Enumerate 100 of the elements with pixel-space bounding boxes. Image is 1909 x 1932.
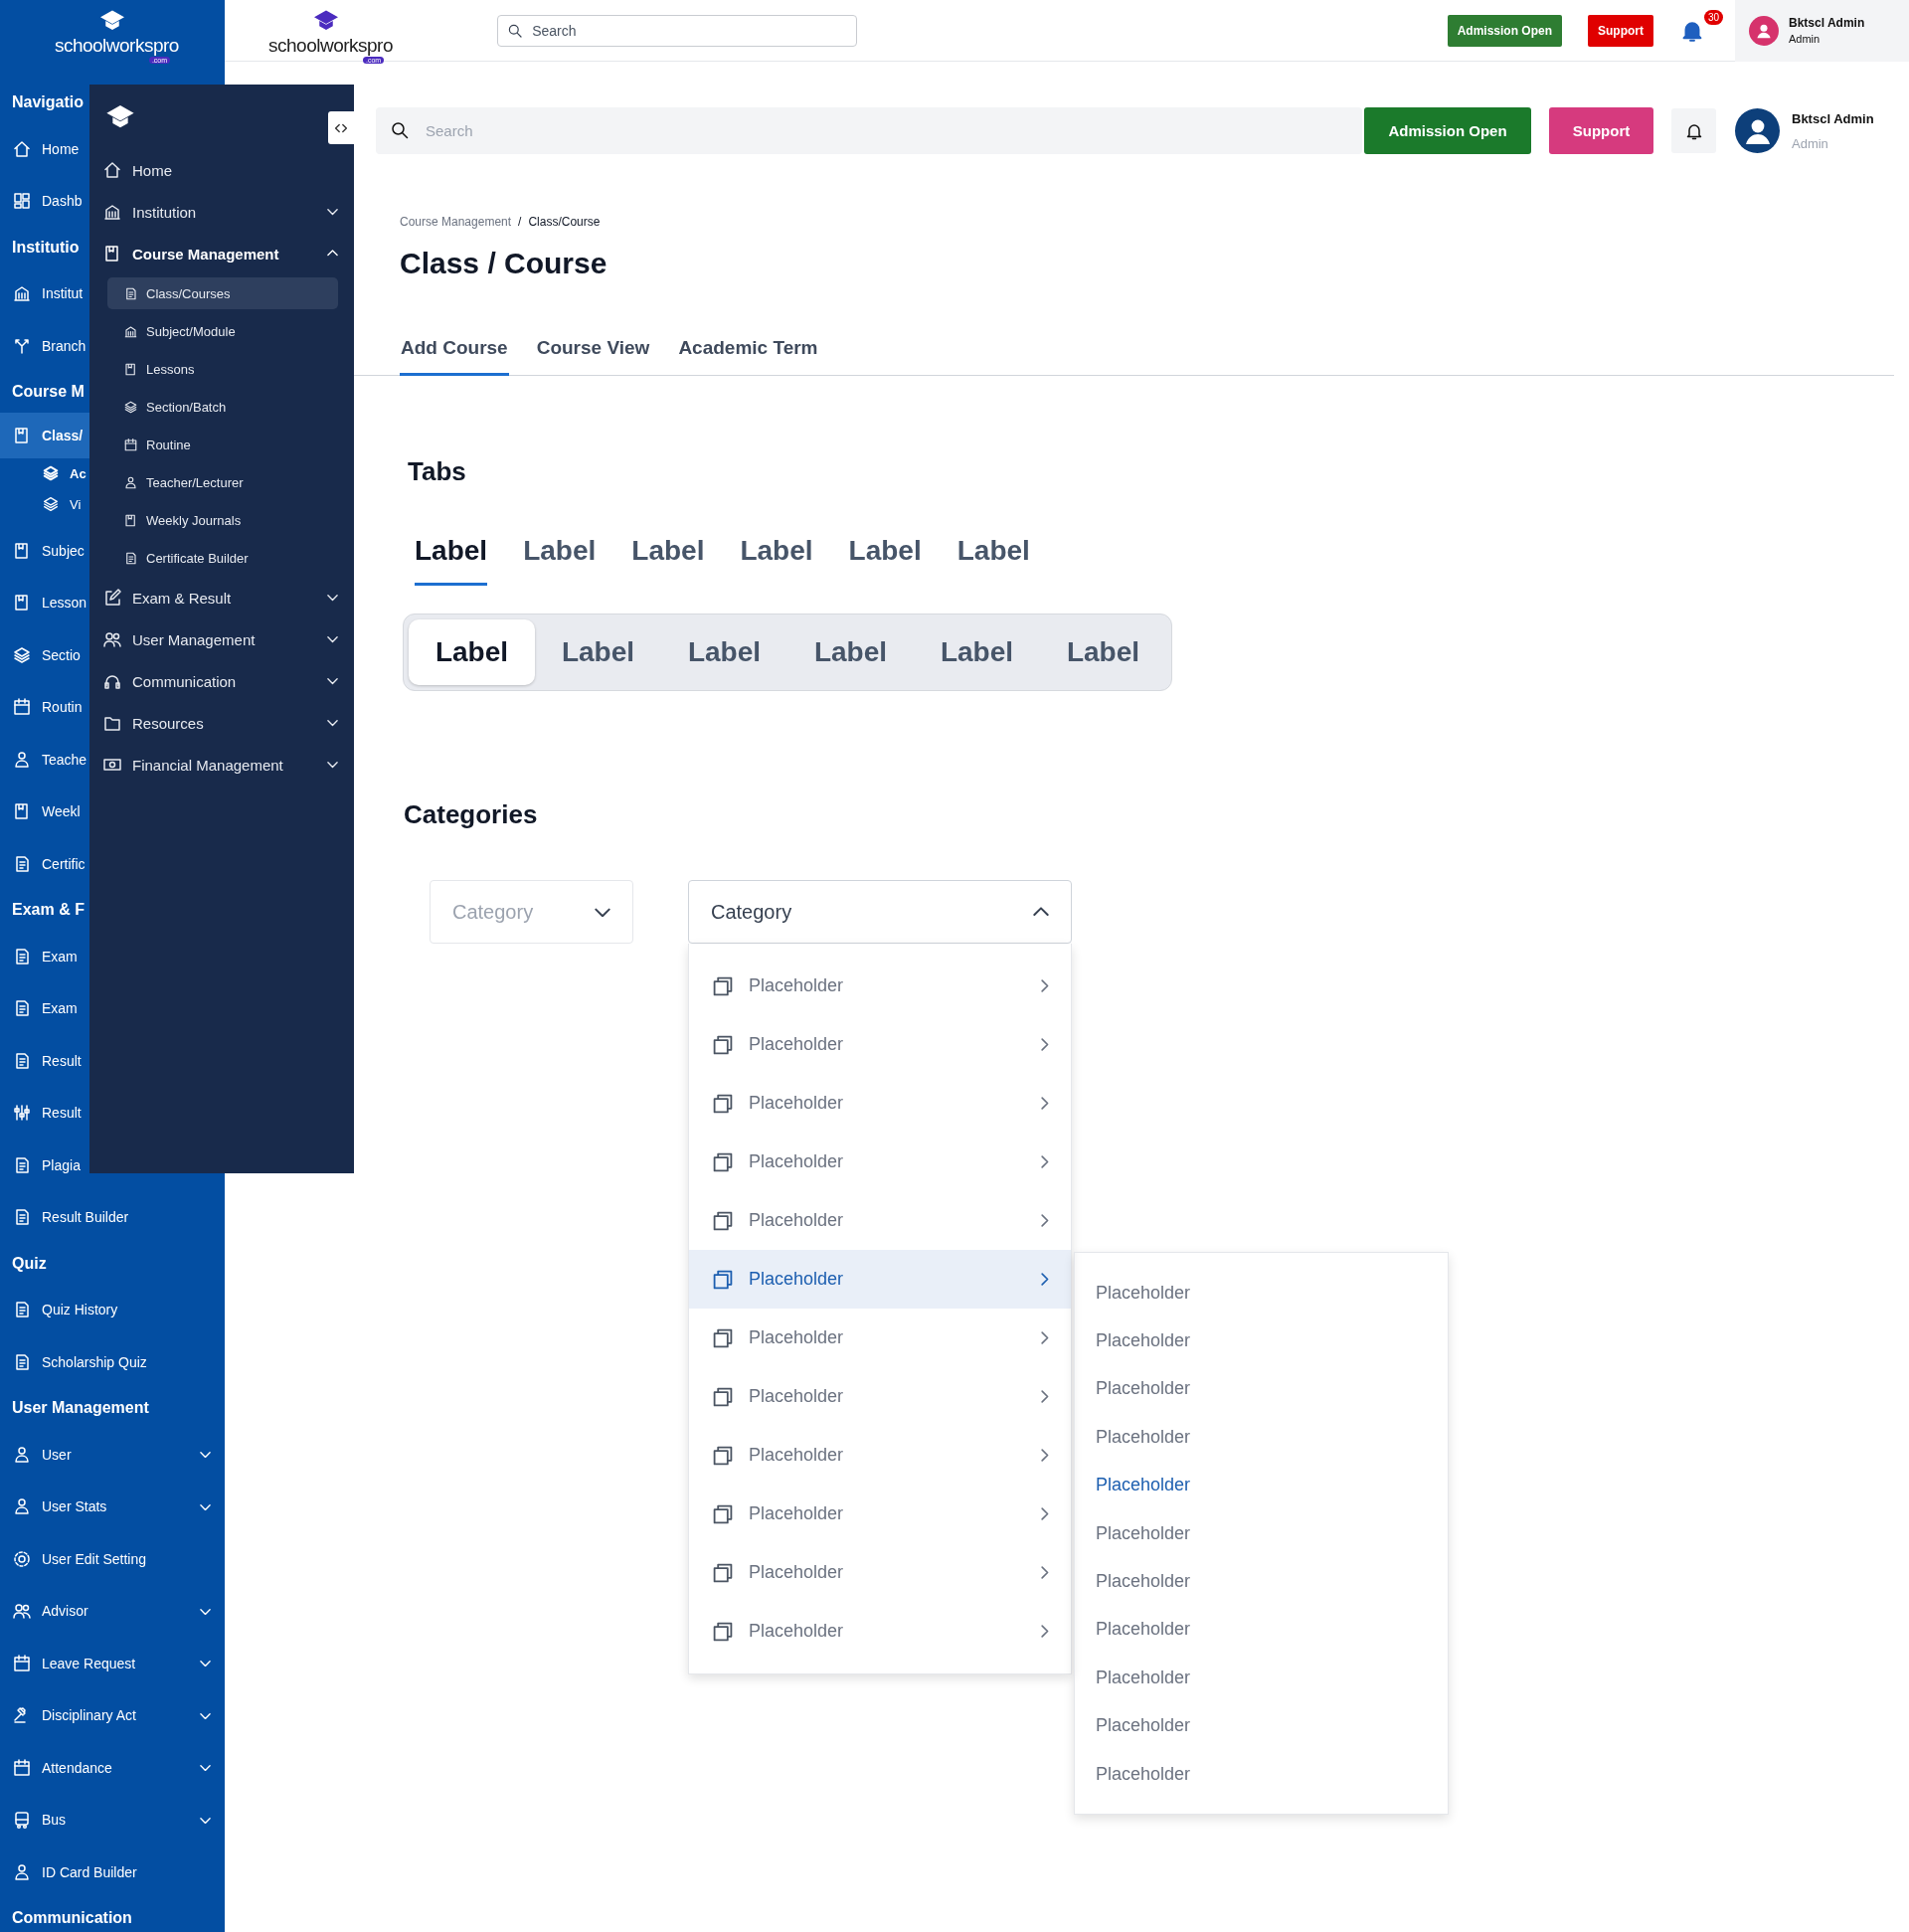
admission-button[interactable]: Admission Open [1447, 14, 1562, 47]
sidebar-item[interactable]: Exam & Result [89, 577, 354, 618]
sidebar-item[interactable]: Class/ [0, 412, 89, 458]
sidebar-subitem[interactable]: Weekly Journals [107, 504, 338, 536]
segment[interactable]: Label [787, 619, 914, 685]
menu-item[interactable]: Placeholder [1075, 1508, 1448, 1558]
segment[interactable]: Label [661, 619, 787, 685]
tab[interactable]: Label [415, 535, 488, 586]
search-field[interactable]: Search [376, 107, 1362, 154]
menu-item[interactable]: Placeholder [1075, 1461, 1448, 1509]
sidebar-item[interactable]: User Edit Setting [0, 1532, 147, 1585]
sidebar-item[interactable]: Result Builder [0, 1191, 129, 1244]
menu-item[interactable]: Placeholder [689, 957, 1071, 1015]
tab[interactable]: Label [631, 535, 705, 586]
sidebar-subitem[interactable]: Certificate Builder [107, 542, 338, 574]
sidebar-item[interactable]: Branch [0, 319, 87, 372]
sidebar-item[interactable]: Exam [0, 930, 78, 982]
search-field[interactable]: Search [497, 14, 858, 47]
sidebar-item[interactable]: Result [0, 1087, 82, 1140]
sidebar-item[interactable]: Financial Management [89, 744, 354, 786]
sidebar-item[interactable]: User [0, 1428, 225, 1481]
sidebar-subitem[interactable]: Lessons [107, 353, 338, 385]
sidebar-item[interactable]: Certific [0, 837, 86, 890]
sidebar-item[interactable]: Lesson [0, 577, 87, 629]
page-tab[interactable]: Academic Term [677, 333, 819, 376]
sidebar-subitem[interactable]: Subject/Module [107, 315, 338, 347]
grid-icon [12, 191, 32, 212]
sidebar-item[interactable]: Teache [0, 733, 87, 786]
menu-item[interactable]: Placeholder [1075, 1749, 1448, 1799]
admission-button[interactable]: Admission Open [1364, 107, 1531, 154]
menu-item[interactable]: Placeholder [689, 1426, 1071, 1485]
menu-item[interactable]: Placeholder [1075, 1269, 1448, 1317]
menu-item[interactable]: Placeholder [689, 1367, 1071, 1426]
sidebar-item[interactable]: Advisor [0, 1585, 225, 1638]
menu-item[interactable]: Placeholder [1075, 1413, 1448, 1462]
tab[interactable]: Label [956, 535, 1030, 586]
sidebar-item[interactable]: Resources [89, 702, 354, 744]
segment[interactable]: Label [1040, 619, 1166, 685]
page-tab[interactable]: Course View [535, 333, 651, 376]
sidebar-item[interactable]: Disciplinary Act [0, 1689, 225, 1742]
support-button[interactable]: Support [1549, 107, 1653, 154]
menu-item[interactable]: Placeholder [689, 1191, 1071, 1250]
menu-item[interactable]: Placeholder [689, 1485, 1071, 1543]
menu-item[interactable]: Placeholder [689, 1543, 1071, 1602]
sidebar-item[interactable]: Institut [0, 267, 84, 320]
sidebar-item[interactable]: Quiz History [0, 1284, 118, 1336]
menu-item[interactable]: Placeholder [1075, 1654, 1448, 1702]
sidebar-item[interactable]: Sectio [0, 628, 81, 681]
sidebar-item[interactable]: Home [89, 149, 354, 191]
segment[interactable]: Label [914, 619, 1040, 685]
notification-badge: 30 [1704, 9, 1724, 25]
sidebar-subitem[interactable]: Vi [42, 488, 82, 520]
sidebar-subitem[interactable]: Section/Batch [107, 391, 338, 423]
sidebar-subitem[interactable]: Ac [42, 457, 87, 489]
segment[interactable]: Label [535, 619, 661, 685]
menu-item[interactable]: Placeholder [1075, 1317, 1448, 1365]
tab[interactable]: Label [848, 535, 922, 586]
sidebar-item[interactable]: Institution [89, 191, 354, 233]
menu-item[interactable]: Placeholder [689, 1250, 1071, 1309]
sidebar-item[interactable]: Subjec [0, 524, 85, 577]
section-heading: Institutio [12, 237, 80, 258]
sidebar-item[interactable]: Attendance [0, 1741, 225, 1794]
menu-item[interactable]: Placeholder [689, 1074, 1071, 1133]
collapse-toggle[interactable] [328, 111, 354, 144]
chevron-right-icon [1040, 1214, 1049, 1227]
sidebar-subitem[interactable]: Teacher/Lecturer [107, 466, 338, 498]
sidebar-item[interactable]: Scholarship Quiz [0, 1335, 147, 1388]
menu-item[interactable]: Placeholder [1075, 1605, 1448, 1655]
support-button[interactable]: Support [1588, 14, 1653, 47]
sidebar-item[interactable]: Routin [0, 681, 83, 734]
breadcrumb-link[interactable]: Course Management [400, 212, 512, 232]
sidebar-item[interactable]: Dashb [0, 175, 83, 228]
layers-icon [42, 495, 60, 513]
sidebar-item[interactable]: Home [0, 122, 80, 175]
page-tab[interactable]: Add Course [400, 333, 509, 376]
segment[interactable]: Label [409, 619, 535, 685]
menu-item[interactable]: Placeholder [1075, 1701, 1448, 1750]
sidebar-item[interactable]: User Management [89, 618, 354, 660]
menu-item[interactable]: Placeholder [689, 1133, 1071, 1191]
dropdown[interactable]: Category [688, 880, 1072, 944]
sidebar-item[interactable]: ID Card Builder [0, 1845, 137, 1898]
tab[interactable]: Label [523, 535, 597, 586]
sidebar-item[interactable]: Exam [0, 982, 78, 1035]
sidebar-item[interactable]: Result [0, 1034, 82, 1087]
sidebar-item[interactable]: Weekl [0, 786, 81, 838]
sidebar-subitem[interactable]: Routine [107, 429, 338, 460]
sidebar-item[interactable]: Course Management [89, 233, 354, 274]
sidebar-item[interactable]: User Stats [0, 1481, 225, 1533]
sidebar-item[interactable]: Communication [89, 660, 354, 702]
tab[interactable]: Label [740, 535, 813, 586]
sidebar-subitem[interactable]: Class/Courses [107, 277, 338, 309]
menu-item[interactable]: Placeholder [689, 1309, 1071, 1367]
menu-item[interactable]: Placeholder [689, 1602, 1071, 1661]
sidebar-item[interactable]: Bus [0, 1794, 225, 1846]
sidebar-item[interactable]: Leave Request [0, 1637, 225, 1689]
notification-button[interactable] [1671, 108, 1716, 153]
menu-item[interactable]: Placeholder [1075, 1557, 1448, 1606]
menu-item[interactable]: Placeholder [1075, 1364, 1448, 1414]
menu-item[interactable]: Placeholder [689, 1015, 1071, 1074]
sidebar-item[interactable]: Plagia [0, 1139, 81, 1191]
